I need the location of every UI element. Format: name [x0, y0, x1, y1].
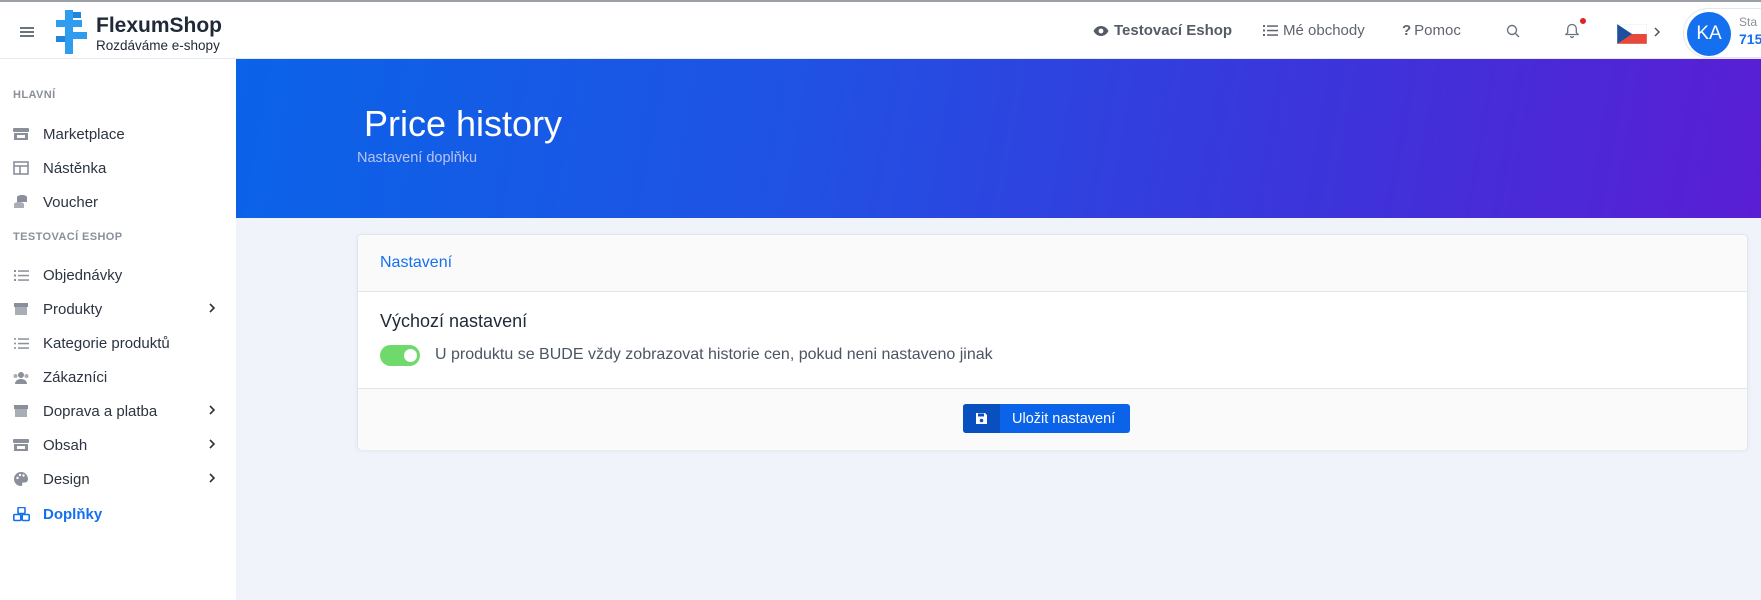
sidebar-item-design[interactable]: Design	[12, 466, 222, 492]
sidebar-item-zakaznici[interactable]: Zákazníci	[12, 364, 222, 390]
chevron-right-icon	[209, 439, 216, 449]
user-menu[interactable]: KA Sta 715	[1683, 8, 1761, 58]
sidebar-item-label: Objednávky	[43, 266, 123, 284]
store-icon	[12, 436, 30, 454]
nav-help-label: Pomoc	[1414, 22, 1461, 39]
sidebar-item-label: Doprava a platba	[43, 402, 158, 420]
hamburger-menu-icon[interactable]	[20, 27, 34, 37]
sidebar-item-obsah[interactable]: Obsah	[12, 432, 222, 458]
flexumshop-logo-icon[interactable]	[56, 10, 87, 54]
box-icon	[12, 300, 30, 318]
save-settings-button[interactable]: Uložit nastavení	[963, 404, 1130, 433]
default-setting-title: Výchozí nastavení	[380, 311, 528, 331]
sidebar-item-marketplace[interactable]: Marketplace	[12, 121, 222, 147]
chevron-right-icon	[209, 303, 216, 313]
users-icon	[12, 368, 30, 386]
chevron-right-icon	[209, 473, 216, 483]
palette-icon	[12, 470, 30, 488]
sidebar-item-label: Kategorie produktů	[43, 334, 170, 352]
nav-me-obchody[interactable]: Mé obchody	[1263, 22, 1365, 39]
chevron-right-icon[interactable]	[1653, 26, 1661, 38]
sidebar-item-doplnky[interactable]: Doplňky	[12, 501, 222, 527]
brand-tagline: Rozdáváme e-shopy	[96, 38, 220, 53]
chevron-right-icon	[209, 405, 216, 415]
settings-card: Nastavení Výchozí nastavení U produktu s…	[357, 234, 1748, 450]
sidebar-section-testovaci-eshop: TESTOVACÍ ESHOP	[13, 231, 123, 243]
top-bar: FlexumShop Rozdáváme e-shopy Testovací E…	[0, 0, 1761, 59]
store-icon	[12, 125, 30, 143]
nav-eshop-label: Testovací Eshop	[1114, 22, 1233, 39]
page-subtitle: Nastavení doplňku	[357, 150, 478, 166]
avatar[interactable]: KA	[1687, 12, 1731, 56]
sidebar-item-label: Obsah	[43, 436, 88, 454]
cubes-icon	[12, 505, 30, 523]
settings-card-title: Nastavení	[380, 254, 453, 271]
sidebar-item-nastenka[interactable]: Nástěnka	[12, 155, 222, 181]
price-history-toggle[interactable]	[380, 345, 420, 366]
czech-flag-icon[interactable]	[1617, 24, 1647, 44]
toggle-knob	[404, 349, 417, 362]
nav-testovaci-eshop[interactable]: Testovací Eshop	[1093, 22, 1232, 39]
sidebar-item-objednavky[interactable]: Objednávky	[12, 262, 222, 288]
nav-pomoc[interactable]: ? Pomoc	[1402, 22, 1461, 39]
sidebar-item-kategorie-produktu[interactable]: Kategorie produktů	[12, 330, 222, 356]
eye-icon	[1093, 25, 1109, 36]
page-header-banner: Price history Nastavení doplňku	[236, 59, 1761, 218]
sidebar-item-voucher[interactable]: Voucher	[12, 189, 222, 215]
sidebar-item-label: Nástěnka	[43, 159, 107, 177]
nav-shops-label: Mé obchody	[1283, 22, 1365, 39]
coins-icon	[12, 193, 30, 211]
list-icon	[12, 334, 30, 352]
page-title: Price history	[364, 103, 563, 144]
sidebar-item-produkty[interactable]: Produkty	[12, 296, 222, 322]
floppy-disk-icon	[963, 404, 1000, 433]
save-settings-label: Uložit nastavení	[1012, 410, 1116, 427]
question-icon: ?	[1402, 22, 1412, 39]
sidebar: HLAVNÍ Marketplace Nástěnka Voucher TEST…	[0, 59, 236, 600]
notification-badge	[1578, 16, 1588, 26]
sidebar-item-doprava-a-platba[interactable]: Doprava a platba	[12, 398, 222, 424]
user-status-label: Sta	[1739, 15, 1758, 29]
search-icon[interactable]	[1506, 24, 1520, 38]
settings-card-header: Nastavení	[358, 235, 1747, 292]
sidebar-section-hlavni: HLAVNÍ	[13, 89, 56, 101]
sidebar-item-label: Marketplace	[43, 125, 125, 143]
list-ordered-icon	[1263, 25, 1278, 36]
default-setting-description: U produktu se BUDE vždy zobrazovat histo…	[435, 346, 993, 363]
list-ordered-icon	[12, 266, 30, 284]
sidebar-item-label: Produkty	[43, 300, 103, 318]
user-status-value: 715	[1739, 31, 1761, 47]
bell-icon[interactable]	[1565, 23, 1579, 39]
sidebar-item-label: Doplňky	[43, 505, 103, 523]
box-icon	[12, 402, 30, 420]
sidebar-item-label: Design	[43, 470, 90, 488]
brand-name[interactable]: FlexumShop	[96, 14, 222, 38]
settings-card-footer: Uložit nastavení	[358, 388, 1747, 450]
sidebar-item-label: Voucher	[43, 193, 99, 211]
dashboard-icon	[12, 159, 30, 177]
sidebar-item-label: Zákazníci	[43, 368, 108, 386]
